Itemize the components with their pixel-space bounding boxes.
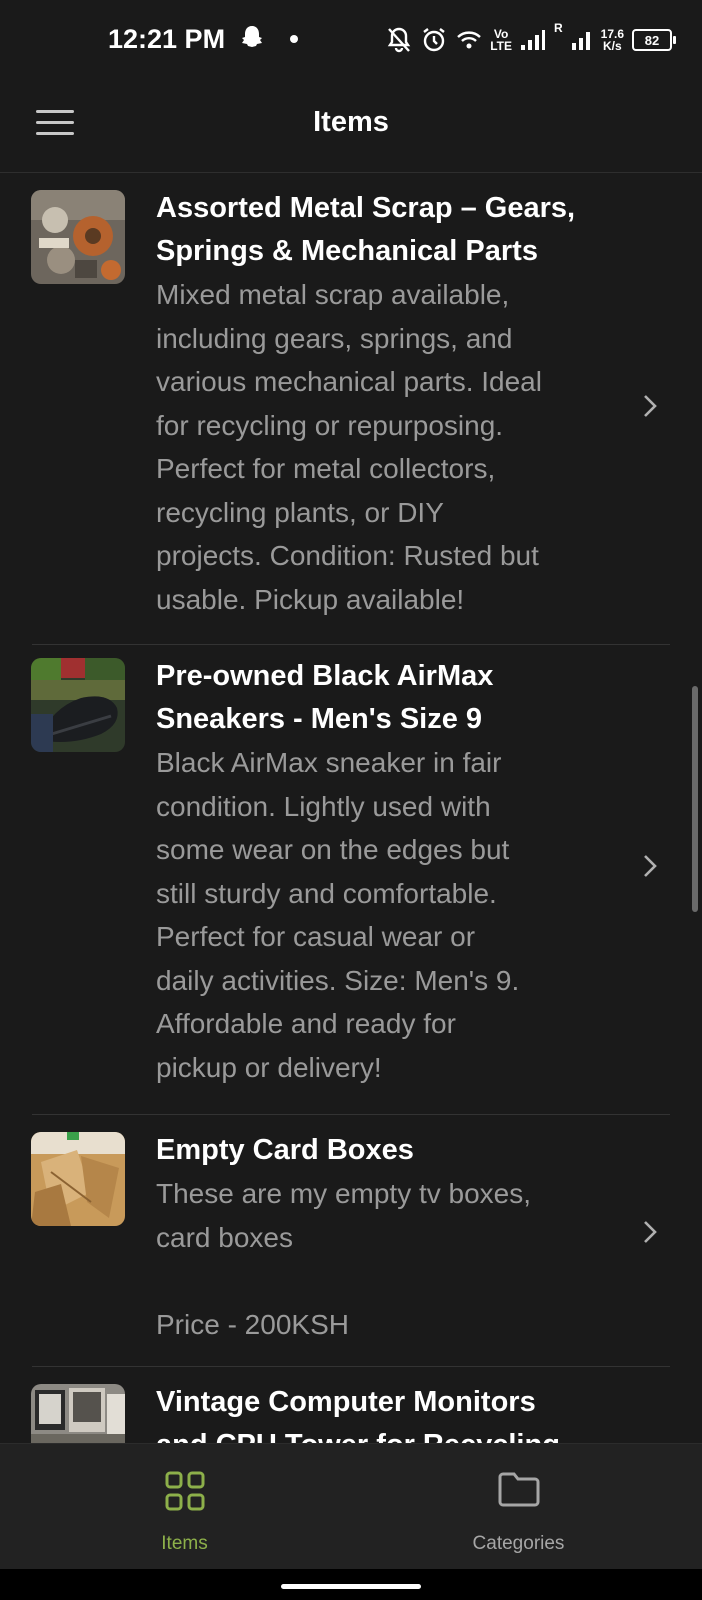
- item-description: Black AirMax sneaker in fair condition. …: [156, 747, 520, 1083]
- list-item[interactable]: Pre-owned Black AirMax Sneakers - Men's …: [0, 645, 702, 1115]
- folder-icon: [497, 1470, 541, 1513]
- status-time: 12:21 PM: [108, 24, 226, 54]
- bell-off-icon: [386, 26, 412, 54]
- nav-categories-label: Categories: [472, 1533, 565, 1554]
- item-price: Price - 200KSH: [156, 1308, 349, 1340]
- computer-monitors-thumbnail: [31, 1384, 125, 1443]
- list-item[interactable]: Assorted Metal Scrap – Gears, Springs & …: [0, 173, 702, 645]
- app-bar: Items: [0, 80, 702, 173]
- cardboard-boxes-thumbnail: [31, 1132, 125, 1226]
- home-gesture-bar[interactable]: [281, 1584, 421, 1589]
- snapchat-icon: [238, 24, 266, 52]
- item-description: These are my empty tv boxes, card boxes …: [156, 1178, 532, 1340]
- scrollbar[interactable]: [692, 686, 698, 912]
- chevron-right-icon: [642, 853, 658, 879]
- list-item[interactable]: Vintage Computer Monitors and CPU Tower …: [0, 1367, 702, 1443]
- item-title: Assorted Metal Scrap – Gears, Springs & …: [156, 192, 576, 267]
- list-item[interactable]: Empty Card Boxes These are my empty tv b…: [0, 1115, 702, 1367]
- notification-dot: [290, 35, 298, 43]
- status-bar: 12:21 PM Vo LTE R 17.6 K/s 82: [0, 0, 702, 80]
- nav-categories-tab[interactable]: Categories: [343, 1444, 694, 1570]
- alarm-icon: [420, 26, 448, 54]
- network-speed: 17.6 K/s: [600, 27, 624, 53]
- item-description: Mixed metal scrap available, including g…: [156, 279, 542, 615]
- signal-icon: [520, 28, 546, 52]
- item-title: Empty Card Boxes: [156, 1134, 414, 1166]
- signal-icon-2: [571, 28, 593, 52]
- page-title: Items: [313, 106, 389, 138]
- items-list[interactable]: Assorted Metal Scrap – Gears, Springs & …: [0, 173, 702, 1443]
- battery-icon: 82: [632, 29, 676, 51]
- metal-scrap-thumbnail: [31, 190, 125, 284]
- grid-icon: [164, 1470, 206, 1517]
- item-title: Pre-owned Black AirMax Sneakers - Men's …: [156, 660, 494, 735]
- wifi-icon: [456, 28, 482, 52]
- signal-roaming-label: R: [553, 21, 563, 35]
- nav-items-label: Items: [161, 1533, 208, 1554]
- chevron-right-icon: [642, 1219, 658, 1245]
- chevron-right-icon: [642, 393, 658, 419]
- bottom-navigation: Items Categories: [0, 1443, 702, 1570]
- network-type: Vo LTE: [490, 27, 512, 53]
- sneaker-thumbnail: [31, 658, 125, 752]
- item-title: Vintage Computer Monitors and CPU Tower …: [156, 1386, 560, 1443]
- nav-items-tab[interactable]: Items: [9, 1444, 360, 1570]
